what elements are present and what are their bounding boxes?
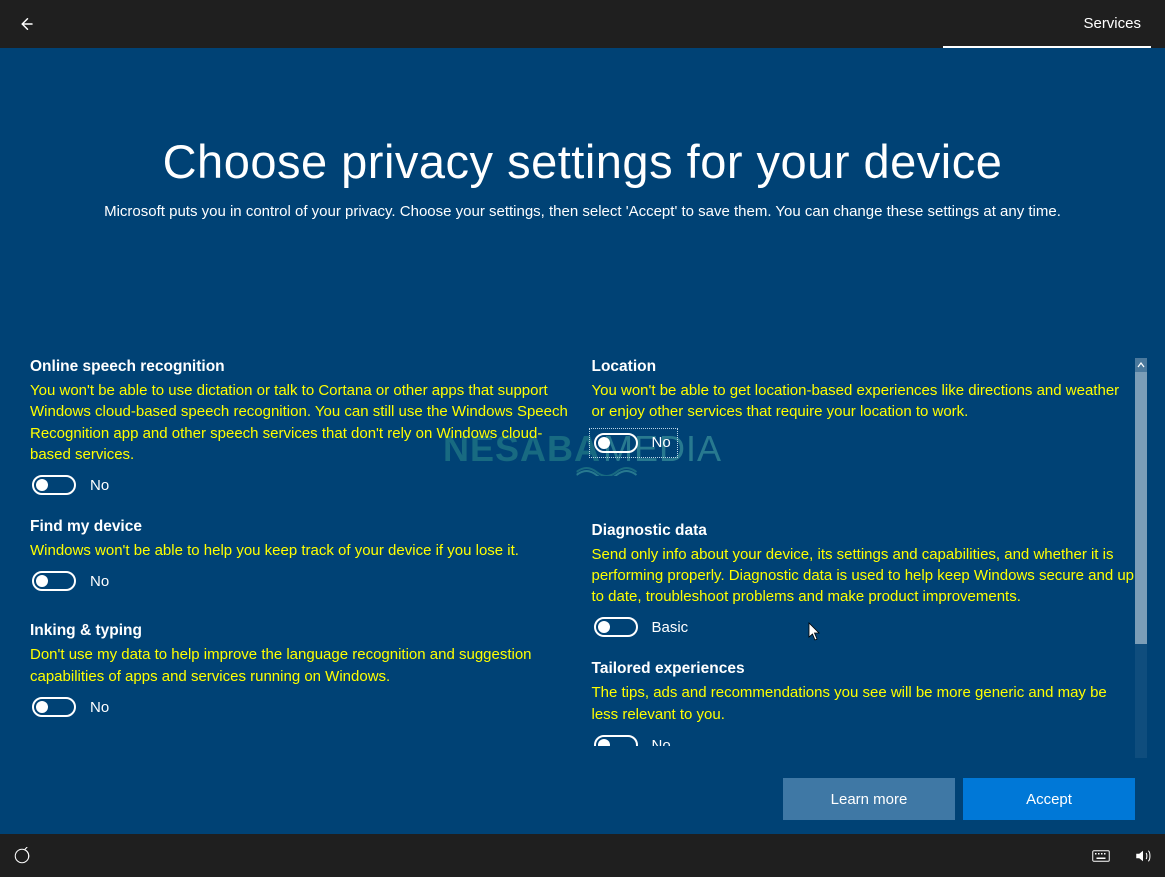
toggle-row: Basic xyxy=(592,615,693,639)
settings-column-right: Location You won't be able to get locati… xyxy=(592,358,1136,746)
setting-description: Send only info about your device, its se… xyxy=(592,544,1136,608)
tab-services[interactable]: Services xyxy=(1083,0,1141,46)
accept-label: Accept xyxy=(1026,791,1072,808)
toggle-row: No xyxy=(592,733,675,746)
toggle-state-label: No xyxy=(90,699,109,716)
toggle-state-label: No xyxy=(652,737,671,746)
toggle-location[interactable] xyxy=(594,433,638,453)
toggle-tailored-experiences[interactable] xyxy=(594,735,638,746)
setting-description: Windows won't be able to help you keep t… xyxy=(30,540,574,561)
settings-area: Online speech recognition You won't be a… xyxy=(30,358,1135,746)
learn-more-label: Learn more xyxy=(831,791,908,808)
setting-find-my-device: Find my device Windows won't be able to … xyxy=(30,518,574,596)
scrollbar[interactable] xyxy=(1135,358,1147,758)
scrollbar-thumb[interactable] xyxy=(1135,372,1147,644)
setting-description: Don't use my data to help improve the la… xyxy=(30,644,574,687)
setting-tailored-experiences: Tailored experiences The tips, ads and r… xyxy=(592,660,1136,746)
accessibility-icon xyxy=(13,847,31,865)
system-bar xyxy=(0,834,1165,877)
accept-button[interactable]: Accept xyxy=(963,778,1135,820)
setting-title: Diagnostic data xyxy=(592,522,1136,540)
learn-more-button[interactable]: Learn more xyxy=(783,778,955,820)
setting-title: Tailored experiences xyxy=(592,660,1136,678)
toggle-online-speech[interactable] xyxy=(32,475,76,495)
setting-diagnostic-data: Diagnostic data Send only info about you… xyxy=(592,522,1136,643)
page-subtitle: Microsoft puts you in control of your pr… xyxy=(93,201,1073,223)
toggle-row: No xyxy=(30,473,113,497)
setting-title: Online speech recognition xyxy=(30,358,574,376)
keyboard-icon xyxy=(1092,847,1110,865)
page-title: Choose privacy settings for your device xyxy=(0,134,1165,189)
setting-title: Find my device xyxy=(30,518,574,536)
toggle-row-focused: No xyxy=(592,431,675,455)
volume-button[interactable] xyxy=(1133,846,1153,866)
ease-of-access-button[interactable] xyxy=(12,846,32,866)
setting-description: You won't be able to use dictation or ta… xyxy=(30,380,574,465)
top-bar: Services xyxy=(0,0,1165,48)
setting-title: Location xyxy=(592,358,1136,376)
scrollbar-track[interactable] xyxy=(1135,372,1147,758)
back-button[interactable] xyxy=(8,6,44,42)
toggle-state-label: No xyxy=(90,573,109,590)
settings-column-left: Online speech recognition You won't be a… xyxy=(30,358,574,746)
setting-location: Location You won't be able to get locati… xyxy=(592,358,1136,458)
toggle-row: No xyxy=(30,569,113,593)
chevron-up-icon xyxy=(1137,361,1145,369)
toggle-state-label: No xyxy=(652,434,671,451)
toggle-state-label: No xyxy=(90,477,109,494)
toggle-row: No xyxy=(30,695,113,719)
setting-online-speech: Online speech recognition You won't be a… xyxy=(30,358,574,500)
arrow-left-icon xyxy=(17,15,35,33)
toggle-diagnostic-data[interactable] xyxy=(594,617,638,637)
setting-inking-typing: Inking & typing Don't use my data to hel… xyxy=(30,622,574,722)
setting-title: Inking & typing xyxy=(30,622,574,640)
volume-icon xyxy=(1134,847,1152,865)
setting-description: The tips, ads and recommendations you se… xyxy=(592,682,1136,725)
toggle-state-label: Basic xyxy=(652,619,689,636)
keyboard-button[interactable] xyxy=(1091,846,1111,866)
toggle-inking-typing[interactable] xyxy=(32,697,76,717)
setting-description: You won't be able to get location-based … xyxy=(592,380,1136,423)
footer-buttons: Learn more Accept xyxy=(783,778,1135,820)
main-content: Choose privacy settings for your device … xyxy=(0,48,1165,834)
toggle-find-my-device[interactable] xyxy=(32,571,76,591)
tab-services-label: Services xyxy=(1083,15,1141,32)
scrollbar-up-arrow[interactable] xyxy=(1135,358,1147,372)
